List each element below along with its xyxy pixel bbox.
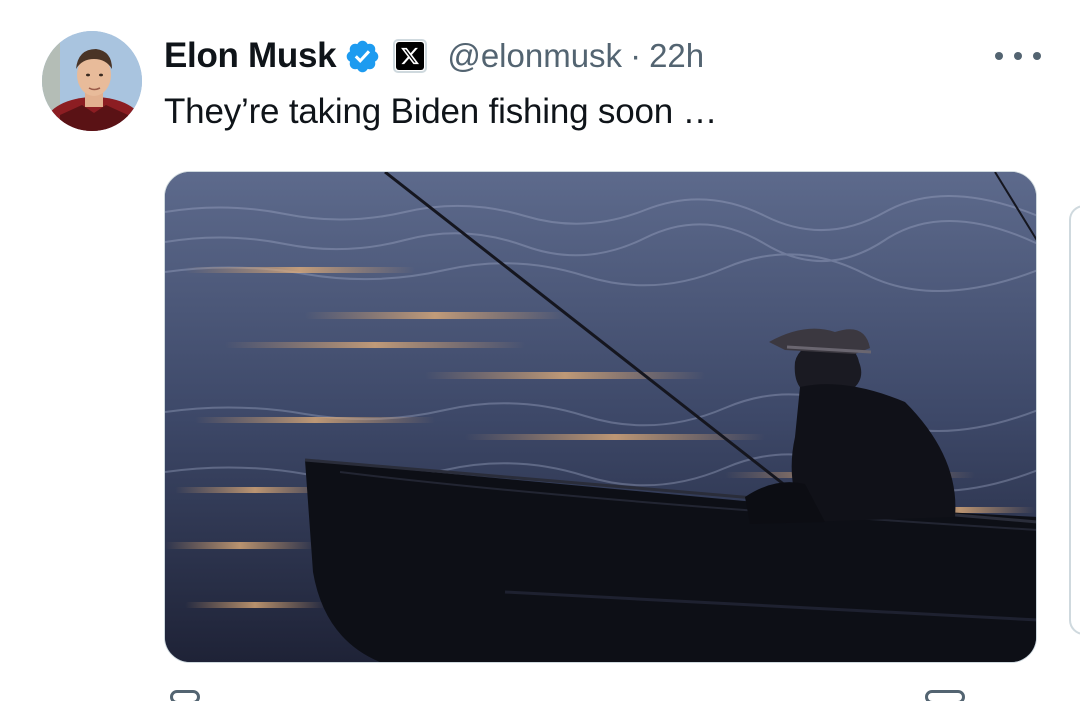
reply-icon[interactable] — [170, 690, 200, 701]
tweet-timestamp[interactable]: 22h — [649, 37, 704, 75]
author-name[interactable]: Elon Musk — [164, 36, 337, 76]
avatar[interactable] — [42, 31, 142, 131]
fishing-photo — [165, 172, 1036, 662]
separator-dot: · — [630, 37, 642, 74]
verified-badge-icon[interactable] — [344, 38, 381, 75]
share-icon[interactable] — [925, 690, 965, 701]
tweet-media-image[interactable] — [164, 171, 1037, 663]
avatar-image — [42, 31, 142, 131]
tweet: Elon Musk @elonmusk · 22h They’re taking… — [0, 0, 1080, 701]
tweet-header: Elon Musk @elonmusk · 22h — [164, 30, 704, 82]
more-options-icon[interactable] — [995, 42, 1041, 70]
x-logo-icon[interactable] — [393, 39, 428, 73]
next-media-edge — [1069, 205, 1080, 635]
author-handle[interactable]: @elonmusk — [447, 37, 622, 75]
tweet-text: They’re taking Biden fishing soon … — [164, 92, 718, 131]
